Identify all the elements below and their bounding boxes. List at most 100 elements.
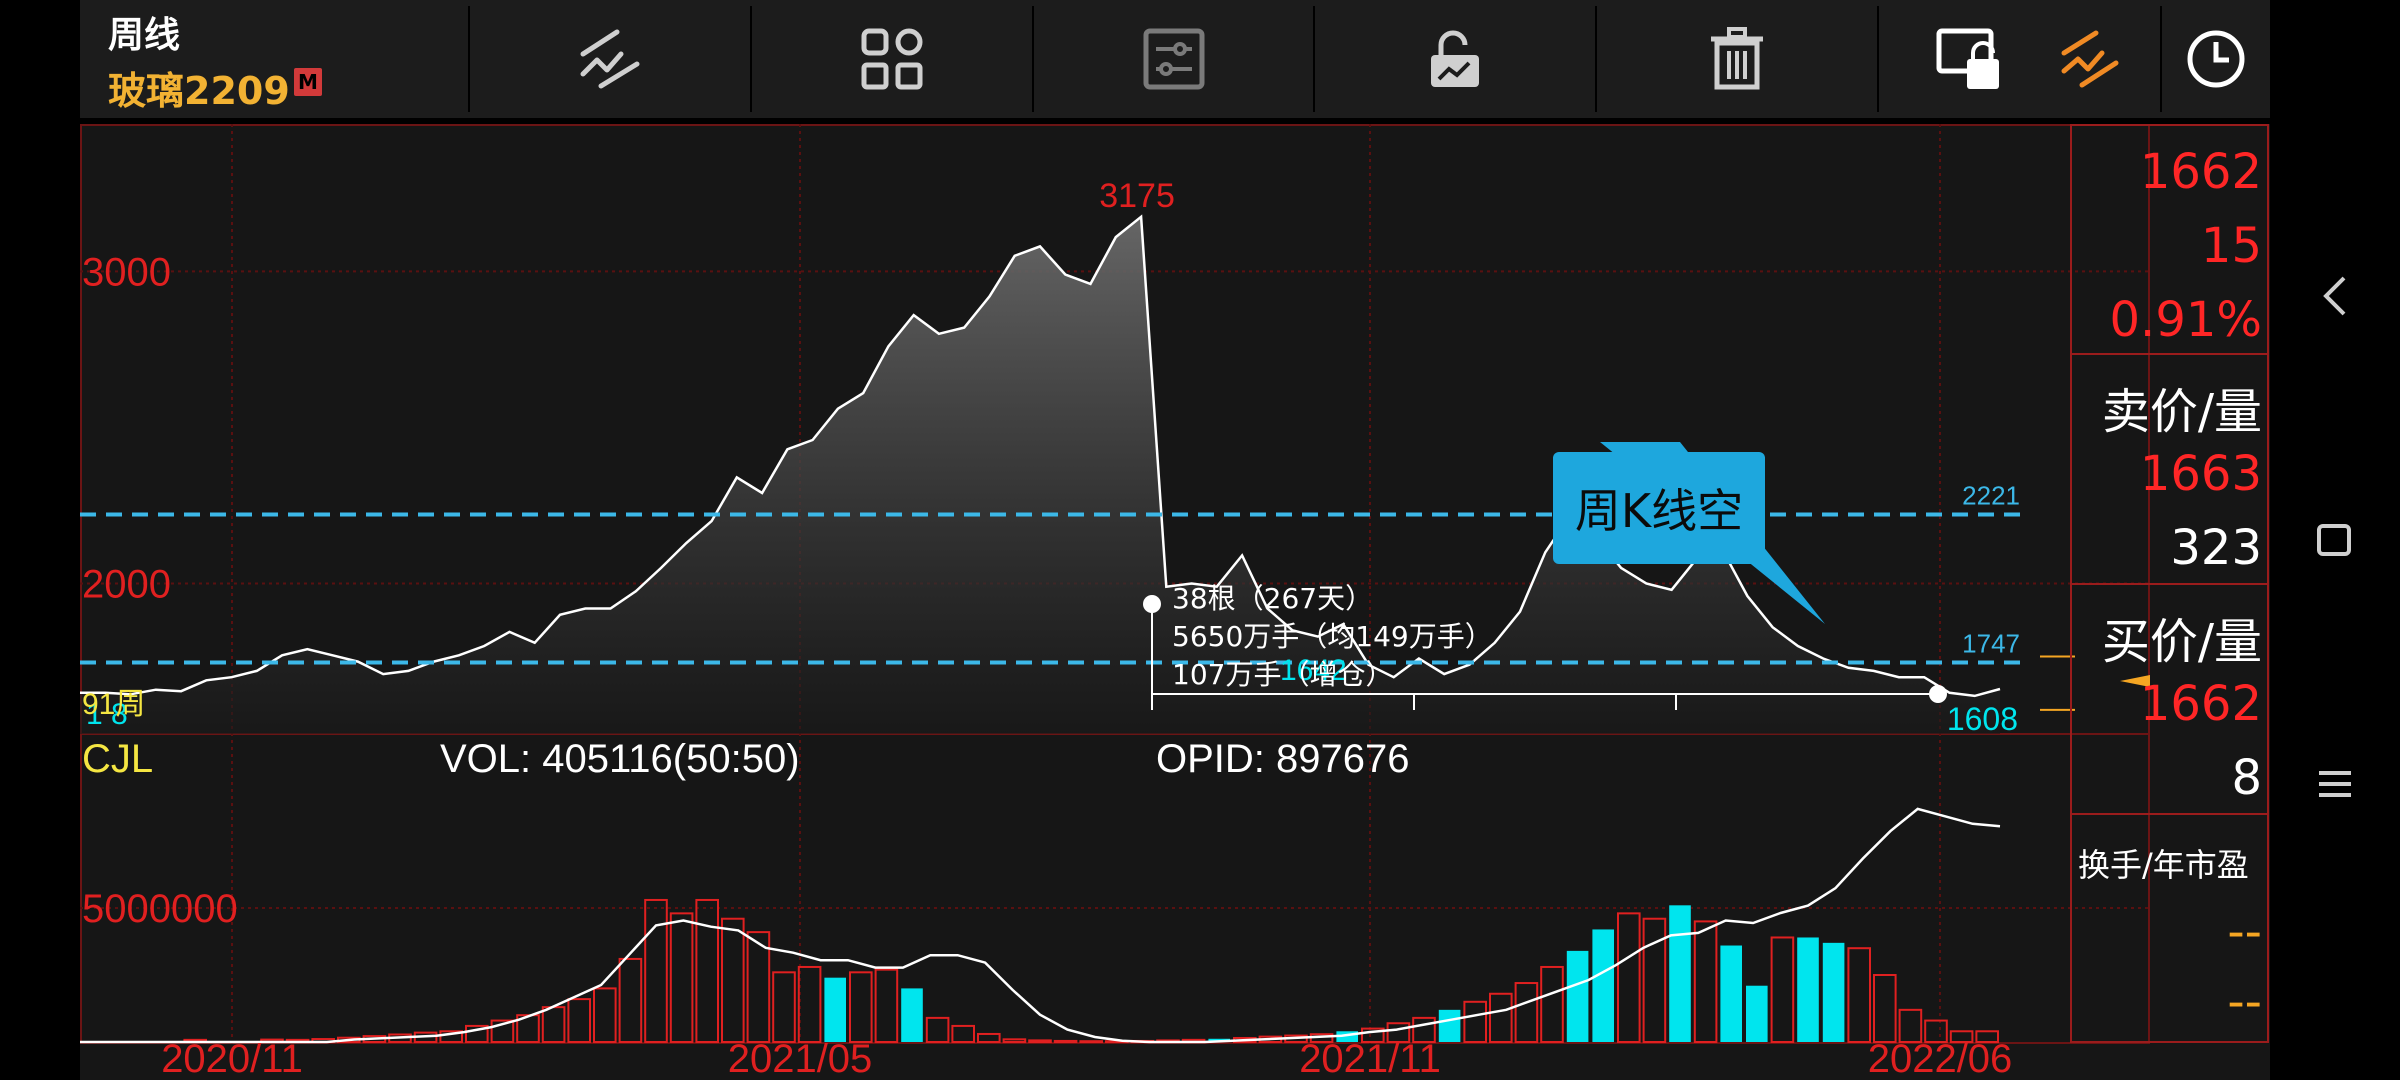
ask-price: 1663: [2139, 446, 2262, 502]
volume-bar-up: [1693, 920, 1718, 1044]
unlock-icon: [1431, 30, 1479, 87]
last-price: 1662: [2139, 144, 2262, 200]
open-interest-label: OPID: 897676: [1156, 737, 1410, 781]
ask-label: 卖价/量: [2101, 384, 2262, 440]
peak-price-label: 3175: [1099, 177, 1175, 215]
chevron-left-icon: [2323, 276, 2346, 316]
nav-menu-button[interactable]: [2270, 744, 2400, 824]
price-change-pct: 0.91%: [2109, 292, 2262, 348]
trend-line-button[interactable]: [2030, 0, 2150, 118]
chart-area[interactable]: 2221 1747 3000 2000 3175 1608 1 8 91周 CJL VOL: 4…: [80, 124, 2270, 1080]
volume-bar-up: [567, 998, 591, 1043]
nav-back-button[interactable]: [2270, 256, 2400, 336]
volume-bar-down: [1797, 937, 1819, 1042]
level-label: 1747: [1962, 629, 2020, 659]
volume-bar-up: [1463, 1000, 1488, 1043]
volume-bar-up: [1002, 1038, 1027, 1044]
square-home-icon: [2317, 524, 2351, 556]
pe-value: --: [2227, 974, 2262, 1030]
level-label: 2221: [1962, 481, 2020, 511]
volume-value-label: VOL: 405116(50:50): [440, 737, 800, 781]
open-interest-line: [80, 807, 2001, 1044]
top-toolbar: 周线 玻璃2209 M: [80, 0, 2270, 118]
volume-bar-up: [849, 971, 873, 1044]
low-price-label: 1608: [1947, 701, 2018, 737]
volume-bar-down: [1669, 905, 1691, 1042]
volume-bar-up: [618, 957, 643, 1043]
turnover-value: --: [2227, 904, 2262, 960]
volume-bar-down: [1566, 950, 1589, 1042]
volume-bar-up: [951, 1024, 976, 1043]
volume-bar-down: [1822, 942, 1845, 1042]
volume-bar-up: [1028, 1039, 1052, 1044]
volume-bar-up: [874, 968, 899, 1044]
volume-bar-up: [1053, 1039, 1078, 1043]
volume-bar-up: [1770, 936, 1795, 1043]
x-axis-label: 2021/11: [1299, 1037, 1441, 1080]
ask-volume: 323: [2170, 520, 2262, 576]
volume-bar-up: [644, 898, 668, 1044]
measure-bars-count: 38根（267天）: [1172, 582, 1373, 615]
callout-box: 周K线空: [1553, 452, 1765, 564]
volume-bar-up: [1514, 982, 1539, 1043]
bid-volume: 8: [2231, 750, 2262, 806]
layout-button[interactable]: [752, 0, 1032, 118]
measure-volume-total: 5650万手（均149万手）: [1172, 620, 1493, 653]
volume-axis-label: 5000000: [82, 887, 238, 931]
quote-sidebar: 1662 15 0.91% 卖价/量 1663 323 买价/量 1662 8 …: [2070, 124, 2270, 1044]
volume-bar-up: [721, 917, 745, 1043]
volume-bar-up: [977, 1032, 1001, 1044]
measure-handle-end: [1929, 685, 1947, 703]
price-change: 15: [2200, 218, 2262, 274]
trend-line-icon: [2061, 30, 2119, 88]
volume-bar-up: [1079, 1040, 1104, 1043]
app-root: 周线 玻璃2209 M 2221 1747 3000 2000 3175 160…: [0, 0, 2400, 1080]
volume-bar-down: [1592, 929, 1614, 1042]
measure-handle-start: [1143, 595, 1161, 613]
period-label: 周线: [108, 15, 181, 56]
draw-line-icon: [580, 29, 640, 89]
volume-bar-up: [925, 1016, 950, 1044]
x-axis-label: 2020/11: [161, 1037, 303, 1080]
volume-bar-up: [669, 912, 694, 1043]
volume-bar-down: [1438, 1009, 1461, 1042]
unlock-button[interactable]: [1315, 0, 1595, 118]
bid-label: 买价/量: [2101, 614, 2262, 670]
left-black-margin: [0, 0, 80, 1080]
trash-icon: [1711, 27, 1763, 90]
grid-layout-icon: [861, 28, 923, 90]
contract-name: 玻璃2209: [108, 69, 290, 113]
price-axis-label: 3000: [82, 250, 171, 294]
screen-lock-button[interactable]: [1879, 0, 2009, 118]
turnover-pe-label: 换手/年市盈: [2078, 846, 2249, 884]
volume-bar-up: [695, 898, 720, 1044]
clock-icon: [2187, 30, 2245, 88]
volume-bar-up: [541, 1006, 566, 1043]
volume-bar-down: [1720, 945, 1742, 1042]
screen-lock-icon: [1936, 28, 1999, 89]
volume-bar-up: [1847, 947, 1872, 1044]
volume-bars: [80, 807, 2001, 1044]
volume-bar-up: [1642, 917, 1667, 1043]
nav-home-button[interactable]: [2270, 500, 2400, 580]
volume-bar-up: [1489, 992, 1513, 1044]
volume-bar-up: [1540, 965, 1564, 1044]
measure-oi-change: 107万手（增仓）: [1172, 658, 1393, 691]
delete-button[interactable]: [1597, 0, 1877, 118]
volume-bar-down: [1746, 985, 1768, 1042]
main-contract-badge: M: [294, 68, 322, 96]
x-axis-label: 2021/05: [728, 1037, 873, 1080]
x-axis-label: 2022/06: [1868, 1037, 2013, 1080]
indicator-name: CJL: [82, 737, 153, 781]
history-button[interactable]: [2162, 0, 2270, 118]
volume-bar-up: [1617, 912, 1641, 1043]
contract-title-box[interactable]: 周线 玻璃2209 M: [80, 0, 468, 118]
period-count-label: 91周: [82, 688, 145, 721]
volume-bar-up: [797, 965, 822, 1044]
draw-line-button[interactable]: [470, 0, 750, 118]
settings-button[interactable]: [1034, 0, 1313, 118]
volume-bar-up: [772, 971, 796, 1044]
volume-bar-down: [824, 977, 846, 1042]
bid-price: 1662: [2139, 676, 2262, 732]
chart-canvas[interactable]: 22211747 30002000317516081 891周CJL VOL: 4…: [80, 124, 2270, 1080]
